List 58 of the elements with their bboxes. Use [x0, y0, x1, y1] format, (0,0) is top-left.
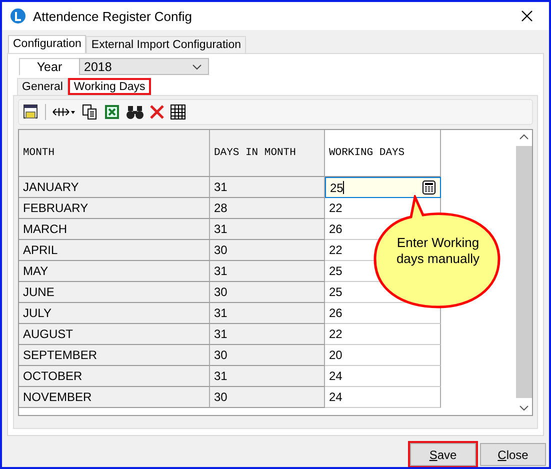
year-dropdown[interactable]: 2018	[79, 58, 209, 75]
table-cell: 30	[210, 282, 325, 303]
chevron-down-icon	[192, 64, 202, 70]
table-cell[interactable]: 20	[329, 348, 342, 362]
chevron-up-icon[interactable]	[519, 134, 529, 140]
button[interactable]: Save	[410, 443, 476, 466]
app-logo-icon	[10, 8, 26, 24]
table-cell[interactable]: 25	[329, 285, 342, 299]
table-cell: 31	[210, 324, 325, 345]
table-cell[interactable]: 24	[329, 369, 342, 383]
table-cell: 31	[210, 177, 325, 198]
table-cell: SEPTEMBER	[19, 345, 210, 366]
table-cell: 31	[210, 261, 325, 282]
table-cell: 28	[210, 198, 325, 219]
spreadsheet-icon[interactable]	[104, 104, 120, 120]
column-resize-icon[interactable]	[52, 106, 76, 118]
table-cell[interactable]: 22	[329, 243, 342, 257]
copy-icon[interactable]	[82, 104, 98, 120]
grid-icon[interactable]	[170, 104, 186, 120]
delete-icon[interactable]	[150, 105, 164, 119]
table-cell: JANUARY	[19, 177, 210, 198]
input-field[interactable]: 25	[325, 177, 441, 198]
table-cell: JULY	[19, 303, 210, 324]
table-cell: AUGUST	[19, 324, 210, 345]
tab[interactable]: Working Days	[68, 78, 152, 95]
table-cell[interactable]: 26	[329, 306, 342, 320]
table-cell: 30	[210, 240, 325, 261]
form-icon[interactable]	[23, 104, 39, 120]
table-cell[interactable]: 26	[329, 222, 342, 236]
table-cell: MAY	[19, 261, 210, 282]
table-cell[interactable]: 22	[329, 201, 342, 215]
table-cell: FEBRUARY	[19, 198, 210, 219]
callout-text: Enter Working days manually	[395, 235, 481, 267]
table-cell: MARCH	[19, 219, 210, 240]
binoculars-icon[interactable]	[126, 104, 144, 120]
table-cell: 31	[210, 366, 325, 387]
window-title: Attendence Register Config	[33, 8, 193, 24]
column-header[interactable]: DAYS IN MONTH	[210, 130, 325, 177]
tab[interactable]: External Import Configuration	[86, 36, 246, 53]
tab[interactable]: General	[17, 78, 68, 95]
button[interactable]: Close	[480, 443, 546, 466]
table-cell: OCTOBER	[19, 366, 210, 387]
table-cell[interactable]: 25	[329, 264, 342, 278]
table-cell: 31	[210, 303, 325, 324]
column-header[interactable]: MONTH	[19, 130, 210, 177]
table-cell: 31	[210, 219, 325, 240]
table-cell[interactable]: 22	[329, 327, 342, 341]
table-cell: 30	[210, 345, 325, 366]
table-cell[interactable]: 24	[329, 390, 342, 404]
table-cell: 30	[210, 387, 325, 408]
calculator-icon[interactable]	[422, 180, 436, 195]
chevron-down-icon[interactable]	[519, 405, 529, 411]
tab[interactable]: Configuration	[8, 35, 86, 53]
close-icon[interactable]	[521, 10, 533, 22]
table-cell: JUNE	[19, 282, 210, 303]
table-cell: NOVEMBER	[19, 387, 210, 408]
column-header[interactable]: WORKING DAYS	[325, 130, 441, 177]
table-cell: APRIL	[19, 240, 210, 261]
